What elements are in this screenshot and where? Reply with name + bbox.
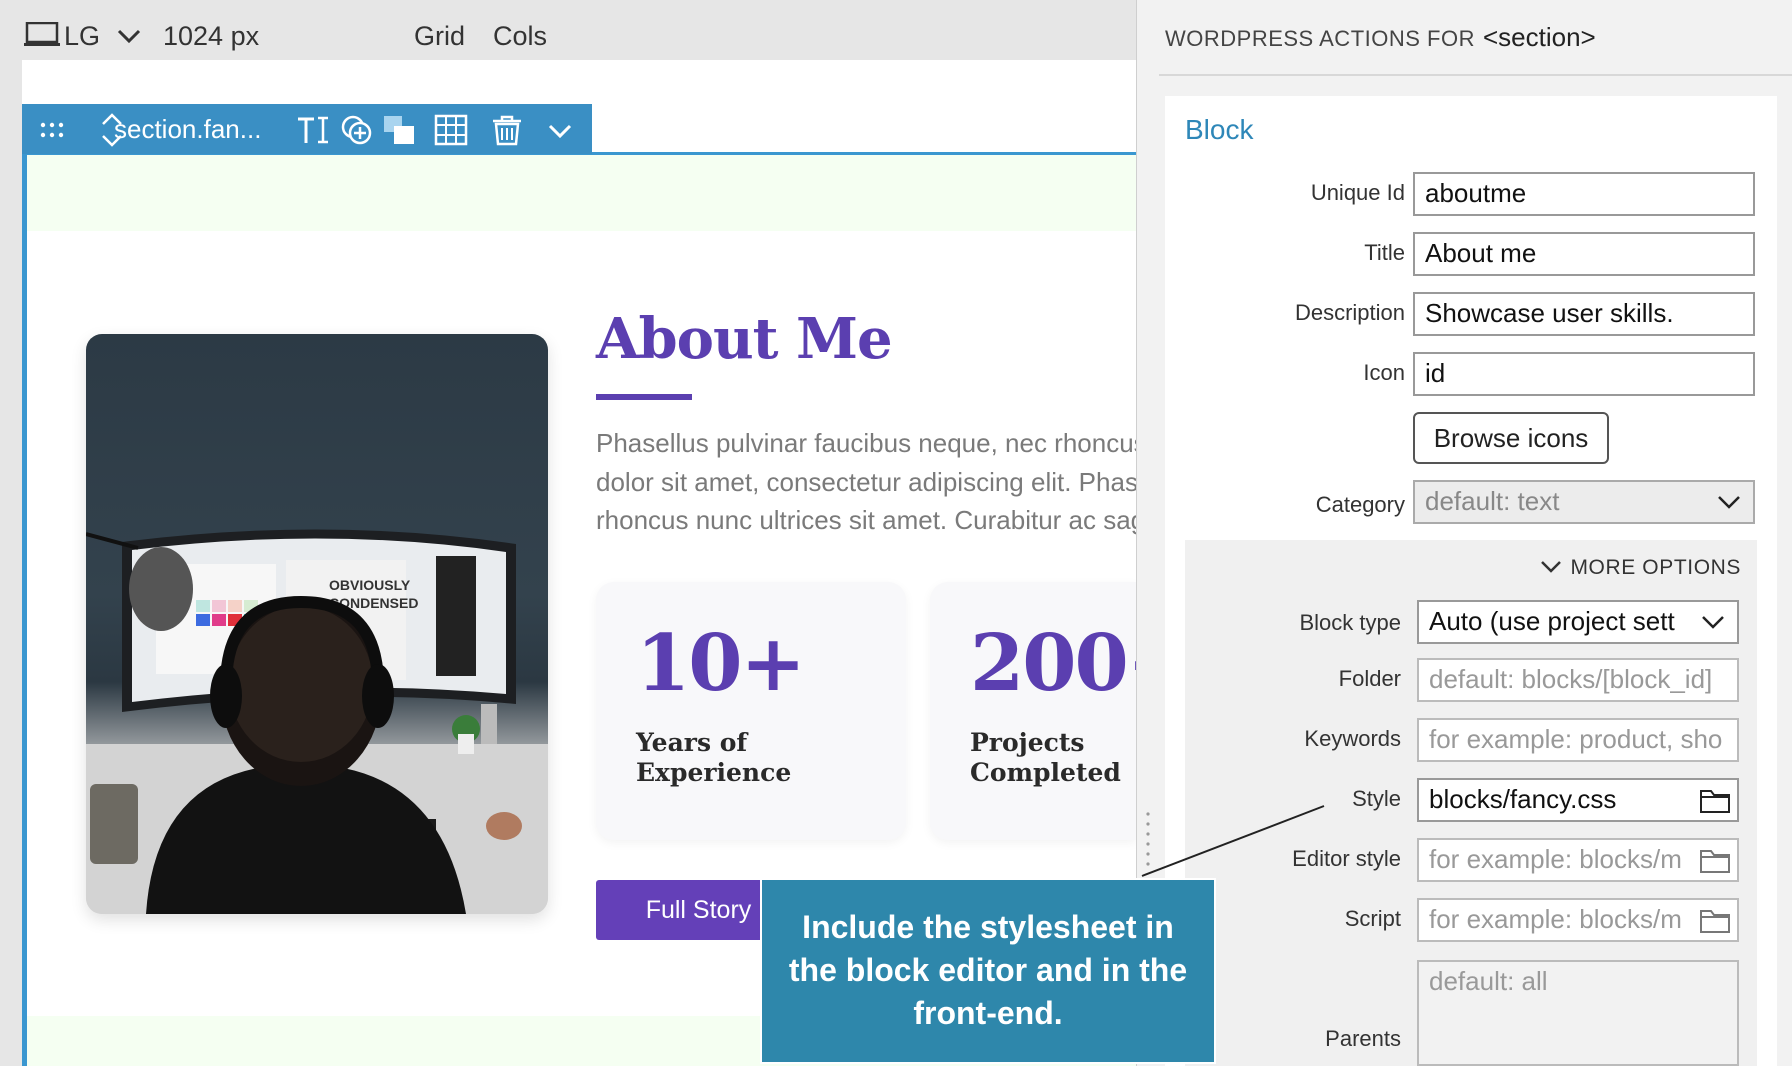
top-toolbar: LG 1024 px Grid Cols: [0, 0, 1136, 60]
panel-divider: [1159, 74, 1792, 76]
description-input[interactable]: Showcase user skills.: [1413, 292, 1755, 336]
laptop-icon[interactable]: [24, 22, 60, 48]
title-underline: [596, 394, 692, 400]
stat-label: Years of Experience: [636, 728, 792, 787]
full-story-button[interactable]: Full Story: [596, 880, 761, 940]
grid-icon[interactable]: [434, 114, 468, 146]
chevron-down-icon[interactable]: [546, 118, 574, 144]
chevron-down-icon[interactable]: [116, 26, 142, 46]
about-photo: OBVIOUSLY CONDENSED: [86, 334, 548, 914]
parents-label: Parents: [1325, 1026, 1401, 1051]
stat-label: Projects Completed: [970, 728, 1121, 787]
duplicate-icon[interactable]: [382, 114, 416, 146]
parents-input[interactable]: default: all: [1417, 960, 1739, 1066]
keywords-input[interactable]: for example: product, sho: [1417, 718, 1739, 762]
section-padding-top: [27, 155, 1136, 231]
width-readout[interactable]: 1024 px: [163, 18, 259, 54]
device-size-label[interactable]: LG: [64, 18, 100, 54]
stat-number: 10+: [636, 618, 806, 709]
script-input[interactable]: for example: blocks/m: [1417, 898, 1739, 942]
element-name-label[interactable]: section.fan...: [114, 112, 261, 146]
text-icon[interactable]: [296, 114, 330, 146]
block-type-select[interactable]: Auto (use project sett: [1417, 600, 1739, 644]
about-paragraph: Phasellus pulvinar faucibus neque, nec r…: [596, 428, 1136, 535]
selection-outline-left: [22, 104, 27, 1066]
title-input[interactable]: About me: [1413, 232, 1755, 276]
unique-id-label: Unique Id: [1310, 180, 1405, 205]
more-options-toggle[interactable]: MORE OPTIONS: [1540, 556, 1741, 580]
folder-icon[interactable]: [1699, 786, 1731, 814]
stat-card-experience: 10+ Years of Experience: [596, 582, 906, 840]
about-title: About Me: [596, 306, 893, 372]
icon-input[interactable]: id: [1413, 352, 1755, 396]
folder-icon[interactable]: [1699, 846, 1731, 874]
title-label: Title: [1364, 240, 1405, 265]
description-label: Description: [1294, 300, 1405, 325]
block-type-label: Block type: [1299, 610, 1402, 635]
block-section-title: Block: [1185, 114, 1254, 145]
chevron-down-icon: [1718, 496, 1740, 509]
help-tooltip: Include the stylesheet in the block edit…: [760, 878, 1216, 1064]
photo-screen-text: OBVIOUSLY: [329, 577, 411, 593]
element-toolbar: section.fan...: [22, 104, 592, 154]
category-select[interactable]: default: text: [1413, 480, 1755, 524]
stat-card-projects: 200+ Projects Completed: [930, 582, 1140, 840]
style-label: Style: [1352, 786, 1401, 811]
wordpress-actions-panel: WORDPRESS ACTIONS FOR <section> Block Uni…: [1136, 0, 1792, 1066]
drag-handle-icon[interactable]: [40, 122, 64, 138]
grid-toggle[interactable]: Grid: [414, 18, 465, 54]
script-label: Script: [1344, 906, 1401, 931]
folder-input[interactable]: default: blocks/[block_id]: [1417, 658, 1739, 702]
folder-label: Folder: [1338, 666, 1401, 691]
panel-header-tag: <section>: [1482, 22, 1596, 52]
keywords-label: Keywords: [1304, 726, 1401, 751]
browse-icons-button[interactable]: Browse icons: [1413, 412, 1609, 464]
panel-header: WORDPRESS ACTIONS FOR <section>: [1165, 22, 1596, 52]
stat-number: 200+: [970, 618, 1140, 709]
unique-id-input[interactable]: aboutme: [1413, 172, 1755, 216]
icon-label: Icon: [1363, 360, 1405, 385]
style-input[interactable]: blocks/fancy.css: [1417, 778, 1739, 822]
chevron-down-icon: [1541, 561, 1562, 573]
editor-style-input[interactable]: for example: blocks/m: [1417, 838, 1739, 882]
add-icon[interactable]: [340, 114, 374, 146]
folder-icon[interactable]: [1699, 906, 1731, 934]
chevron-down-icon: [1702, 616, 1724, 629]
trash-icon[interactable]: [490, 114, 524, 146]
block-settings-card: Block Unique Id aboutme Title About me D…: [1165, 96, 1777, 1066]
cols-toggle[interactable]: Cols: [493, 18, 547, 54]
category-label: Category: [1315, 492, 1405, 517]
